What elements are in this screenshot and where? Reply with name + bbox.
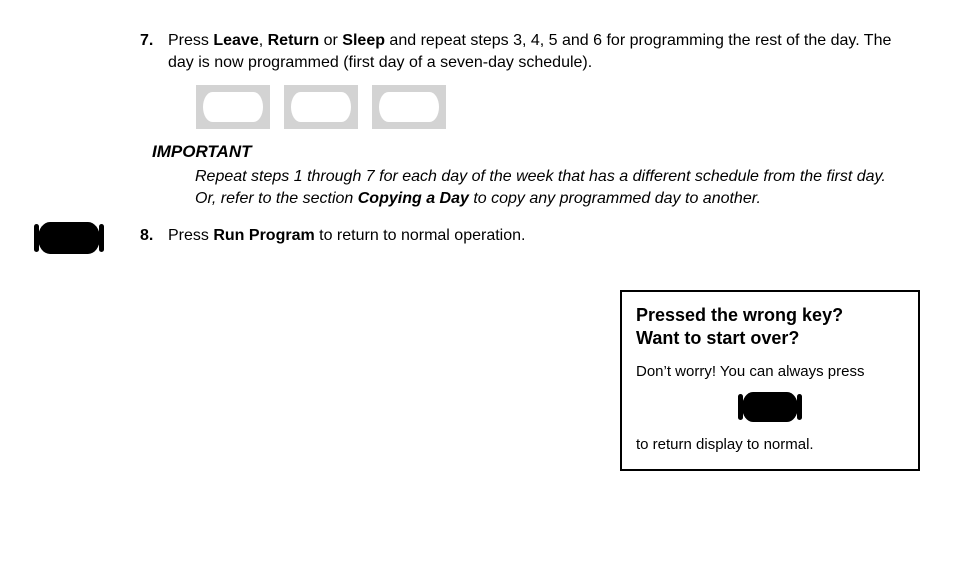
bold-run-program: Run Program xyxy=(213,227,314,244)
important-body: Repeat steps 1 through 7 for each day of… xyxy=(195,166,900,209)
run-program-key-icon xyxy=(38,222,100,254)
step-8-number: 8. xyxy=(140,225,162,247)
step-8-text: Press Run Program to return to normal op… xyxy=(168,225,900,247)
text: , xyxy=(259,32,268,49)
bold-leave: Leave xyxy=(213,32,258,49)
text: or xyxy=(319,32,342,49)
bold-return: Return xyxy=(268,32,320,49)
text: Press xyxy=(168,227,213,244)
return-button-icon xyxy=(284,85,358,129)
callout-body: Don’t worry! You can always press to ret… xyxy=(636,361,904,455)
step-7: 7. Press Leave, Return or Sleep and repe… xyxy=(140,30,910,73)
text: Don’t worry! You can always press xyxy=(636,361,904,382)
text: Want to start over? xyxy=(636,328,799,348)
manual-page: 7. Press Leave, Return or Sleep and repe… xyxy=(0,0,954,566)
callout-key-wrap xyxy=(636,392,904,422)
bold-copying-a-day: Copying a Day xyxy=(358,190,469,207)
step-8: 8. Press Run Program to return to normal… xyxy=(140,225,900,247)
black-key-icon xyxy=(38,222,100,254)
step-7-number: 7. xyxy=(140,30,162,52)
callout-heading: Pressed the wrong key? Want to start ove… xyxy=(636,304,904,349)
text: Pressed the wrong key? xyxy=(636,305,843,325)
text: to return display to normal. xyxy=(636,434,904,455)
wrong-key-callout: Pressed the wrong key? Want to start ove… xyxy=(620,290,920,471)
text: Press xyxy=(168,32,213,49)
text: to copy any programmed day to another. xyxy=(469,190,761,207)
mode-button-row xyxy=(196,85,446,129)
leave-button-icon xyxy=(196,85,270,129)
bold-sleep: Sleep xyxy=(342,32,385,49)
black-key-icon xyxy=(742,392,798,422)
step-7-text: Press Leave, Return or Sleep and repeat … xyxy=(168,30,910,73)
important-heading: IMPORTANT xyxy=(152,142,251,162)
text: to return to normal operation. xyxy=(315,227,526,244)
sleep-button-icon xyxy=(372,85,446,129)
